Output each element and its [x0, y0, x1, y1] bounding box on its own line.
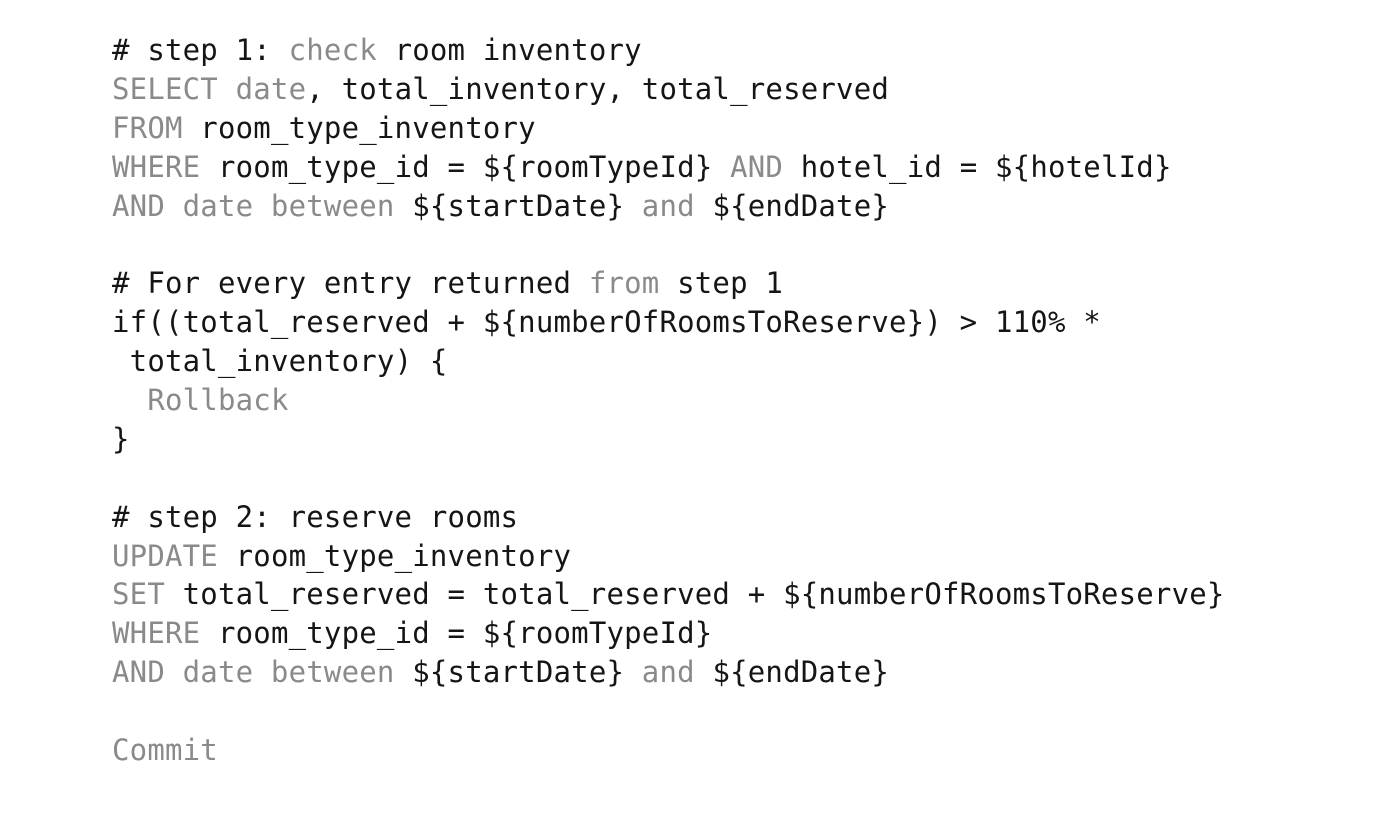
code-text: room_type_inventory	[182, 110, 536, 145]
code-text: total_reserved = total_reserved + ${numb…	[164, 577, 1225, 612]
code-text: # For every entry returned	[112, 266, 589, 301]
code-line: SELECT date, total_inventory, total_rese…	[112, 70, 1225, 109]
code-keyword: WHERE	[112, 616, 201, 651]
code-line: AND date between ${startDate} and ${endD…	[112, 187, 1225, 226]
code-keyword: WHERE	[112, 149, 201, 184]
code-line: SET total_reserved = total_reserved + ${…	[112, 575, 1225, 614]
code-text: # step 1:	[112, 33, 289, 67]
code-text: room_type_id = ${roomTypeId}	[200, 149, 731, 184]
code-line: FROM room_type_inventory	[112, 109, 1225, 148]
code-line: UPDATE room_type_inventory	[112, 537, 1225, 576]
code-text: ${startDate}	[394, 655, 642, 690]
code-keyword: and	[641, 188, 695, 223]
code-line: }	[112, 420, 1225, 459]
code-keyword: SELECT date	[112, 71, 307, 106]
code-text: ${endDate}	[694, 655, 890, 690]
code-line: Commit	[112, 731, 1225, 770]
code-text: , total_inventory, total_reserved	[306, 71, 890, 106]
code-keyword: Rollback	[147, 383, 289, 418]
code-line: if((total_reserved + ${numberOfRoomsToRe…	[112, 303, 1225, 342]
code-line: WHERE room_type_id = ${roomTypeId}	[112, 614, 1225, 653]
code-text: room_type_id = ${roomTypeId}	[200, 616, 713, 651]
code-keyword: UPDATE	[112, 538, 218, 573]
code-text: total_inventory) {	[129, 344, 448, 379]
code-keyword: AND date between	[112, 188, 395, 223]
code-text: room inventory	[376, 33, 642, 67]
code-text: ${startDate}	[394, 188, 642, 223]
code-keyword: AND date between	[112, 655, 395, 690]
code-keyword: Commit	[112, 733, 218, 768]
code-keyword: AND	[730, 149, 784, 184]
code-keyword: from	[588, 266, 660, 301]
code-keyword: check	[288, 33, 377, 67]
code-line: Rollback	[112, 381, 1225, 420]
code-line: AND date between ${startDate} and ${endD…	[112, 653, 1225, 692]
code-keyword: SET	[112, 577, 165, 612]
code-block: # step 1: check room inventory SELECT dat…	[112, 31, 1225, 770]
code-text: }	[112, 421, 130, 456]
code-line: # step 2: reserve rooms	[112, 498, 1225, 537]
code-text: step 1	[659, 266, 784, 301]
code-line: # For every entry returned from step 1	[112, 264, 1225, 303]
code-line: WHERE room_type_id = ${roomTypeId} AND h…	[112, 148, 1225, 187]
code-text: # step 2: reserve rooms	[112, 499, 519, 534]
code-text: if((total_reserved + ${numberOfRoomsToRe…	[112, 305, 1101, 340]
code-text: hotel_id = ${hotelId}	[783, 149, 1172, 184]
code-keyword: FROM	[112, 110, 183, 145]
code-line: total_inventory) {	[112, 342, 1225, 381]
code-text: ${endDate}	[694, 188, 890, 223]
code-keyword: and	[641, 655, 695, 690]
code-line: # step 1: check room inventory	[112, 31, 1225, 70]
code-text: room_type_inventory	[217, 538, 572, 573]
